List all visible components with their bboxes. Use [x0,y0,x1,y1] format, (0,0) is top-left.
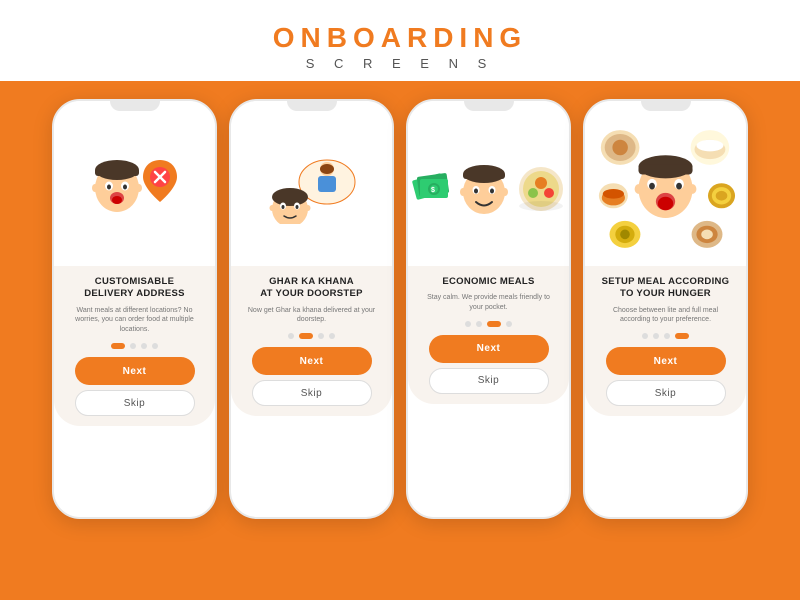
notch-1 [110,101,160,111]
notch-4 [641,101,691,111]
money-icon: $ [412,169,452,209]
dots-1 [111,343,158,349]
dot-1 [476,321,482,327]
screen-title-1: CUSTOMISABLEDELIVERY ADDRESS [84,276,185,301]
woman-bubble-icon [262,154,362,224]
phone-bottom-3: ECONOMIC MEALS Stay calm. We provide mea… [408,266,569,404]
food-plate-icon [517,165,565,213]
phone-notch-bar-4 [585,101,746,111]
dot-3 [506,321,512,327]
dot-0 [642,333,648,339]
phone-bottom-2: GHAR KA KHANAAT YOUR DOORSTEP Now get Gh… [231,266,392,416]
notch-3 [464,101,514,111]
next-button-3[interactable]: Next [429,335,549,363]
phone-screen-4: SETUP MEAL ACCORDINGTO YOUR HUNGER Choos… [583,99,748,519]
phone-bottom-1: CUSTOMISABLEDELIVERY ADDRESS Want meals … [54,266,215,426]
phone-notch-bar-1 [54,101,215,111]
location-pin-icon [141,158,179,204]
dot-3-active [675,333,689,339]
skip-button-2[interactable]: Skip [252,380,372,406]
notch-2 [287,101,337,111]
skip-button-1[interactable]: Skip [75,390,195,416]
dot-1-active [299,333,313,339]
screen-desc-3: Stay calm. We provide meals friendly to … [420,293,557,313]
dot-2 [318,333,324,339]
dots-3 [465,321,512,327]
screen-title-4: SETUP MEAL ACCORDINGTO YOUR HUNGER [602,276,730,301]
illustration-1 [54,111,215,266]
dot-1 [130,343,136,349]
dots-4 [642,333,689,339]
screen-title-2: GHAR KA KHANAAT YOUR DOORSTEP [260,276,363,301]
meal-setup-icon [596,124,736,254]
dot-0 [288,333,294,339]
app-title: ONBOARDING [0,22,800,54]
next-button-2[interactable]: Next [252,347,372,375]
dots-2 [288,333,335,339]
dot-3 [329,333,335,339]
phone-screen-2: GHAR KA KHANAAT YOUR DOORSTEP Now get Gh… [229,99,394,519]
next-button-4[interactable]: Next [606,347,726,375]
dot-1 [653,333,659,339]
app-subtitle: S C R E E N S [0,56,800,71]
dot-0 [465,321,471,327]
illustration-3: $ [408,111,569,266]
dot-2-active [487,321,501,327]
header: ONBOARDING S C R E E N S [0,0,800,81]
svg-text:$: $ [431,187,435,194]
dot-2 [664,333,670,339]
illustration-4 [585,111,746,266]
phone-bottom-4: SETUP MEAL ACCORDINGTO YOUR HUNGER Choos… [585,266,746,416]
dot-3 [152,343,158,349]
illustration-2 [231,111,392,266]
screen-desc-4: Choose between lite and full meal accord… [597,306,734,326]
phone-screen-1: CUSTOMISABLEDELIVERY ADDRESS Want meals … [52,99,217,519]
screens-area: CUSTOMISABLEDELIVERY ADDRESS Want meals … [0,81,800,600]
dot-0-active [111,343,125,349]
screen-title-3: ECONOMIC MEALS [442,276,534,288]
phone-notch-bar-2 [231,101,392,111]
dot-2 [141,343,147,349]
phone-screen-3: $ [406,99,571,519]
skip-button-4[interactable]: Skip [606,380,726,406]
character-face-3 [457,160,512,218]
phone-notch-bar-3 [408,101,569,111]
screen-desc-1: Want meals at different locations? No wo… [66,306,203,335]
skip-button-3[interactable]: Skip [429,368,549,394]
next-button-1[interactable]: Next [75,357,195,385]
screen-desc-2: Now get Ghar ka khana delivered at your … [243,306,380,326]
